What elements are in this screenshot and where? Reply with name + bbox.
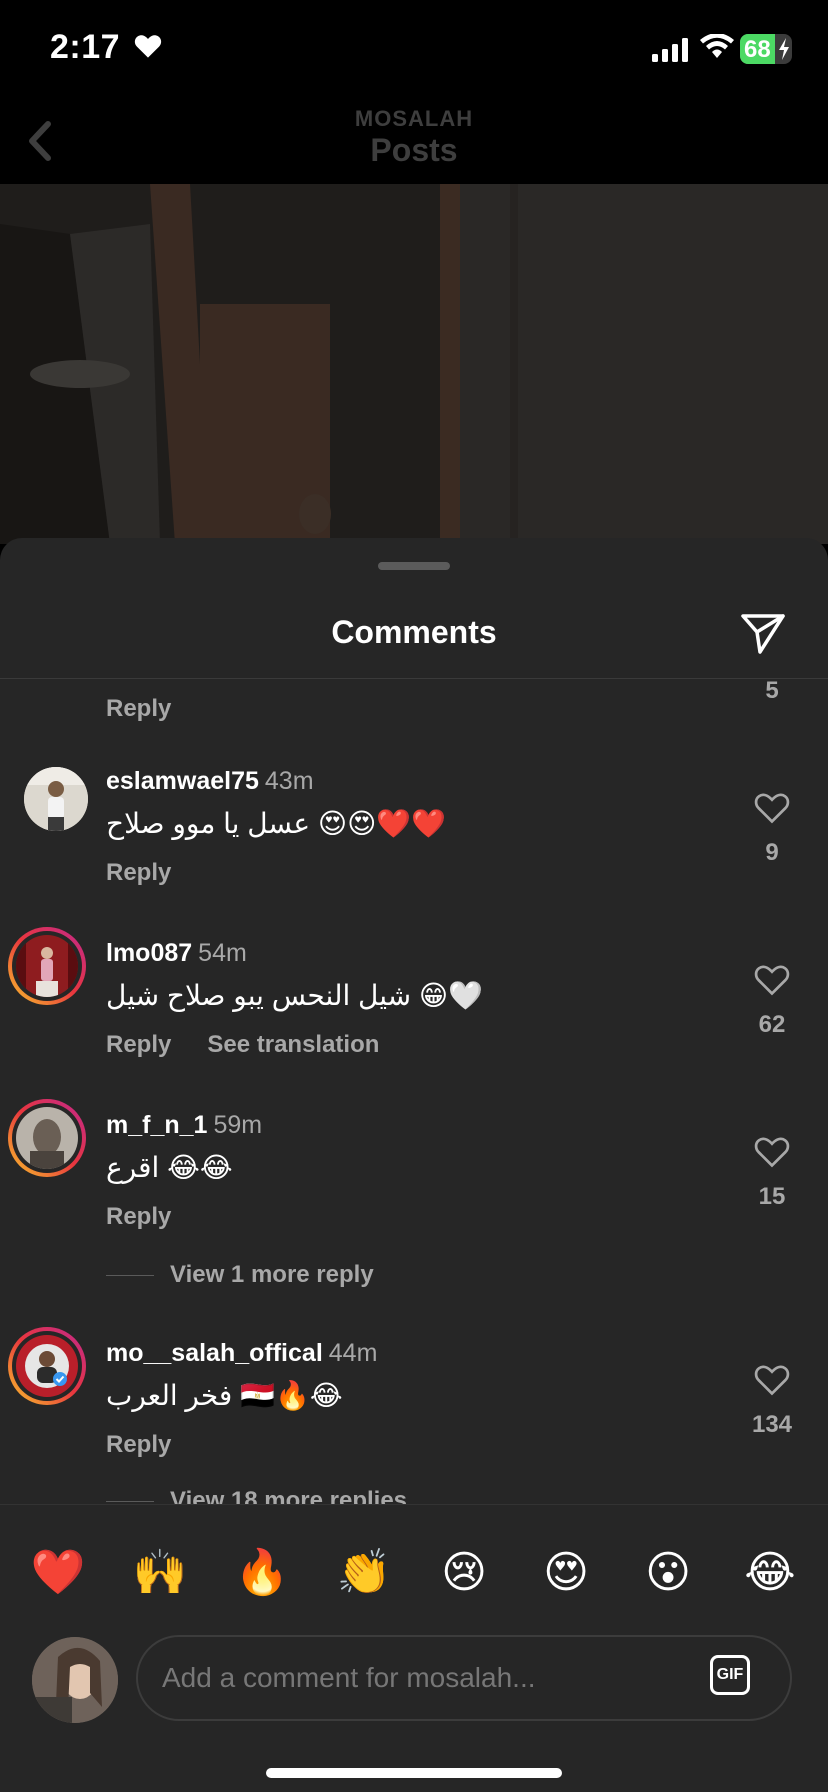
sheet-grabber[interactable]	[378, 562, 450, 570]
header-username: MOSALAH	[354, 106, 474, 131]
share-send-icon[interactable]	[740, 610, 786, 656]
comment-composer: ❤️ 🙌 🔥 👏 😢 😍 😮 😂 GIF	[0, 1504, 828, 1792]
post-photo	[0, 184, 828, 544]
avatar-image	[16, 935, 78, 997]
comments-list[interactable]: Reply 5 eslamwael75 43m عسل يا موو صلاح 😍…	[0, 679, 828, 1504]
comment-text: اقرع 😂😂	[106, 1152, 233, 1183]
status-bar: 2:17 68	[0, 0, 828, 100]
heart-icon[interactable]	[754, 963, 790, 997]
photo-scene	[0, 184, 828, 544]
heart-icon[interactable]	[754, 791, 790, 825]
comment-actions: Reply	[106, 1431, 171, 1459]
emoji-clap-button[interactable]: 👏	[334, 1543, 394, 1603]
comment-actions: Reply	[106, 1203, 171, 1231]
view-more-replies-label: View 1 more reply	[170, 1261, 374, 1288]
username[interactable]: mo__salah_offical	[106, 1339, 323, 1367]
reply-button[interactable]: Reply	[106, 859, 171, 886]
like-count: 9	[765, 839, 779, 866]
list-item: lmo087 54m شيل النحس يبو صلاح شيل 😁🤍 Repl…	[0, 927, 828, 1099]
emoji-heart-eyes-button[interactable]: 😍	[536, 1543, 596, 1603]
comment-header: eslamwael75 43m	[106, 767, 314, 796]
clock: 2:17	[50, 28, 162, 67]
reply-button[interactable]: Reply	[106, 1203, 171, 1230]
page-header: MOSALAH Posts	[0, 100, 828, 184]
wifi-icon	[700, 34, 734, 58]
clock-time: 2:17	[50, 28, 121, 66]
comment-header: mo__salah_offical 44m	[106, 1339, 377, 1368]
list-item: eslamwael75 43m عسل يا موو صلاح 😍😍❤️❤️ Re…	[0, 767, 828, 927]
comment-header: m_f_n_1 59m	[106, 1111, 262, 1140]
like-count: 134	[751, 1411, 793, 1438]
divider	[106, 1501, 154, 1503]
battery-indicator: 68	[740, 34, 792, 64]
view-more-replies-button[interactable]: View 18 more replies	[106, 1487, 407, 1504]
timestamp: 43m	[264, 767, 314, 795]
like-count: 62	[758, 1011, 786, 1038]
gif-button[interactable]: GIF	[710, 1655, 750, 1695]
cellular-signal-icon	[652, 38, 688, 62]
reply-button[interactable]: Reply	[106, 1431, 171, 1458]
list-item: m_f_n_1 59m اقرع 😂😂 Reply 15 View 1 more …	[0, 1099, 828, 1288]
avatar-image	[24, 767, 88, 831]
reply-link[interactable]: Reply	[106, 695, 171, 723]
emoji-surprised-button[interactable]: 😮	[638, 1543, 698, 1603]
avatar-image	[32, 1637, 118, 1723]
comment-actions: Reply	[106, 859, 171, 887]
avatar[interactable]	[32, 1637, 118, 1723]
comment-text: عسل يا موو صلاح 😍😍❤️❤️	[106, 808, 446, 839]
emoji-raised-hands-button[interactable]: 🙌	[130, 1543, 190, 1603]
comment-text: شيل النحس يبو صلاح شيل 😁🤍	[106, 980, 483, 1011]
list-item: mo__salah_offical 44m فخر العرب 🇪🇬🔥😂 Repl…	[0, 1327, 828, 1504]
avatar[interactable]	[24, 767, 88, 831]
sheet-title: Comments	[331, 614, 497, 650]
heart-icon[interactable]	[754, 1363, 790, 1397]
like-count: 5	[765, 679, 779, 704]
avatar-image	[16, 1107, 78, 1169]
battery-percent: 68	[744, 36, 771, 63]
charging-bolt-icon	[779, 38, 789, 60]
timestamp: 59m	[213, 1111, 263, 1139]
view-more-replies-label: View 18 more replies	[170, 1487, 408, 1504]
username[interactable]: lmo087	[106, 939, 192, 967]
see-translation-button[interactable]: See translation	[207, 1031, 379, 1058]
quick-reaction-bar: ❤️ 🙌 🔥 👏 😢 😍 😮 😂	[0, 1543, 828, 1603]
emoji-cry-button[interactable]: 😢	[434, 1543, 494, 1603]
username[interactable]: eslamwael75	[106, 767, 259, 795]
avatar[interactable]	[8, 1327, 86, 1405]
reply-button[interactable]: Reply	[106, 1031, 171, 1058]
emoji-fire-button[interactable]: 🔥	[232, 1543, 292, 1603]
timestamp: 44m	[328, 1339, 378, 1367]
comment-actions: Reply See translation	[106, 1031, 379, 1059]
avatar[interactable]	[8, 927, 86, 1005]
username[interactable]: m_f_n_1	[106, 1111, 207, 1139]
like-count: 15	[758, 1183, 786, 1210]
comment-text: فخر العرب 🇪🇬🔥😂	[106, 1380, 343, 1411]
avatar[interactable]	[8, 1099, 86, 1177]
comments-sheet: Comments Reply 5 eslamwael75 43m عسل يا م…	[0, 538, 828, 1792]
emoji-laugh-button[interactable]: 😂	[740, 1543, 800, 1603]
comment-input[interactable]	[162, 1637, 682, 1719]
divider	[106, 1275, 154, 1277]
heart-icon	[134, 35, 162, 58]
timestamp: 54m	[198, 939, 247, 967]
comment-header: lmo087 54m	[106, 939, 247, 968]
heart-icon[interactable]	[754, 1135, 790, 1169]
view-more-replies-button[interactable]: View 1 more reply	[106, 1261, 374, 1289]
avatar-image	[16, 1335, 78, 1397]
emoji-heart-button[interactable]: ❤️	[28, 1543, 88, 1603]
comment-input-container: GIF	[136, 1635, 792, 1721]
page-title: Posts	[370, 132, 458, 168]
home-indicator[interactable]	[266, 1768, 562, 1778]
